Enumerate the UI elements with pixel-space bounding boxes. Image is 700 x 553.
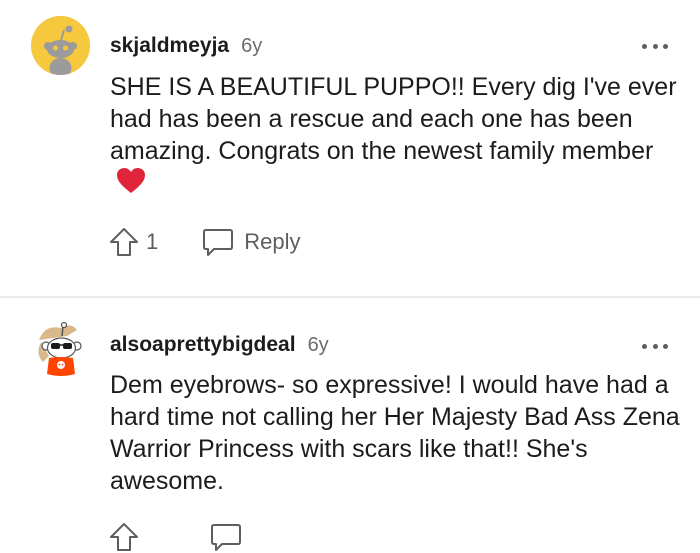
- snoo-avatar-icon: [31, 16, 90, 75]
- username-text[interactable]: skjaldmeyja: [110, 34, 229, 57]
- user-avatar[interactable]: [31, 318, 90, 377]
- vote-count: 1: [146, 229, 159, 254]
- upvote-arrow-icon: [110, 228, 138, 256]
- comment-text: SHE IS A BEAUTIFUL PUPPO!! Every dig I'v…: [110, 73, 677, 165]
- comment-age: 6y: [241, 35, 263, 57]
- comment: skjaldmeyja 6y SHE IS A BEAUTIFUL PUPPO!!…: [0, 0, 700, 296]
- comment: alsoaprettybigdeal 6y Dem eyebrows- so ex…: [0, 298, 700, 551]
- dot-icon: [663, 343, 668, 349]
- comment-text: Dem eyebrows- so expressive! I would hav…: [110, 371, 680, 495]
- more-options-button[interactable]: [642, 342, 668, 350]
- dot-icon: [652, 343, 658, 349]
- speech-bubble-icon[interactable]: [210, 522, 242, 552]
- dot-icon: [663, 43, 668, 49]
- comment-body: Dem eyebrows- so expressive! I would hav…: [110, 369, 680, 497]
- comment-actions: 1 Reply: [108, 226, 301, 258]
- upvote-arrow-icon[interactable]: [108, 521, 140, 553]
- username[interactable]: skjaldmeyja 6y: [110, 34, 262, 58]
- dot-icon: [642, 343, 647, 349]
- dot-icon: [652, 43, 658, 49]
- reply-button[interactable]: Reply: [202, 227, 301, 257]
- comment-body: SHE IS A BEAUTIFUL PUPPO!! Every dig I'v…: [110, 71, 680, 202]
- upvote-button[interactable]: 1: [108, 226, 158, 258]
- comment-age: 6y: [307, 334, 329, 356]
- snoo-sunglasses-avatar-icon: [38, 321, 82, 376]
- heart-emoji-icon: [116, 167, 146, 202]
- user-avatar[interactable]: [31, 16, 90, 75]
- more-options-button[interactable]: [642, 42, 668, 50]
- speech-bubble-icon: [203, 229, 234, 256]
- reply-label: Reply: [244, 229, 301, 254]
- username[interactable]: alsoaprettybigdeal 6y: [110, 333, 329, 357]
- dot-icon: [642, 43, 647, 49]
- comment-actions: [108, 521, 242, 553]
- username-text[interactable]: alsoaprettybigdeal: [110, 333, 296, 356]
